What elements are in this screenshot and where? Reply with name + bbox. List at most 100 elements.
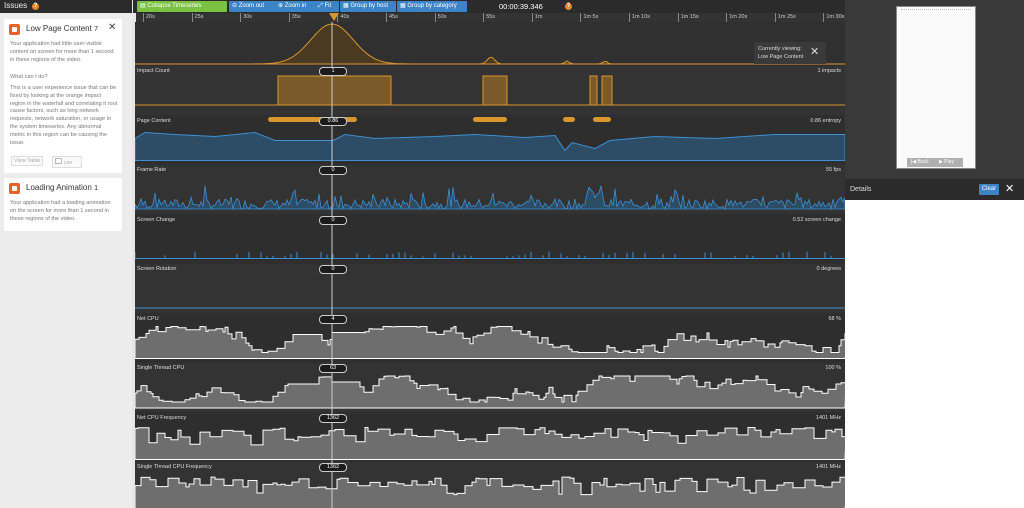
issues-panel: Issues ? Low Page Content 7 ✕ Your appli…	[0, 0, 132, 508]
timeline-tick: 1m 15s	[677, 13, 699, 22]
timeline-tick: 55s	[483, 13, 495, 22]
group-by-host-button[interactable]: ▦ Group by host	[340, 1, 396, 12]
help-icon[interactable]: ?	[565, 3, 572, 10]
track-value: 68 %	[828, 315, 841, 322]
issue-description: Your application had little user-visible…	[10, 41, 114, 63]
timeline-ruler[interactable]: 20s 25s 30s 35s 40s 45s 50s 55s 1m 1m 5s 1m 10s 1m …	[136, 13, 845, 22]
play-control[interactable]: ▶ Play	[939, 158, 954, 167]
zoom-out-button[interactable]: ⊖ Zoom out	[229, 1, 277, 12]
issues-title: Issues	[4, 1, 28, 10]
track-value: 1401 MHz	[815, 464, 841, 470]
issue-what-heading: What can I do?	[10, 74, 48, 80]
group-host-label: Group by host	[350, 3, 389, 9]
issue-icon	[9, 183, 20, 194]
issue-icon	[9, 24, 20, 35]
playhead-value-badge: 0	[319, 166, 347, 175]
low-content-segment	[473, 117, 507, 122]
timeline-tick: 30s	[240, 13, 252, 22]
playback-controls: |◀ Back ▶ Play	[907, 158, 963, 167]
playhead-value-badge: 1362	[319, 463, 347, 472]
collapse-label: Collapse Timeseries	[147, 3, 202, 9]
zoom-out-label: Zoom out	[238, 3, 265, 9]
timeseries-area: Impact Count 1 impacts 1 Page Content 0.86 e…	[135, 22, 845, 508]
timeline-tick: 25s	[191, 13, 203, 22]
details-title: Details	[850, 186, 872, 193]
low-content-segment	[593, 117, 611, 122]
track-background	[135, 214, 845, 263]
phone-screen	[896, 6, 976, 169]
impact-density-curve	[135, 23, 845, 65]
track-value: 0 degrees	[816, 266, 841, 272]
timeline-tick: 45s	[386, 13, 398, 22]
track-label: Screen Change	[137, 216, 176, 223]
single-thread-cpu-frequency-series	[135, 476, 845, 508]
help-icon[interactable]: ?	[32, 3, 39, 10]
zoom-in-icon: ⊕	[278, 3, 285, 9]
impact-block	[601, 75, 613, 106]
fit-button[interactable]: ⤢ Fit	[315, 1, 339, 12]
track-label: Page Content	[137, 117, 171, 124]
close-icon[interactable]: ✕	[810, 45, 819, 58]
issue-title: Low Page Content	[26, 24, 92, 33]
timeline-tick: 1m 25s	[774, 13, 796, 22]
playhead-marker[interactable]	[329, 13, 339, 21]
impact-block	[589, 75, 598, 106]
track-label: Net CPU Frequency	[137, 414, 187, 421]
playhead-value-badge: 4	[319, 314, 347, 324]
track-value: 0.86 entropy	[810, 117, 841, 124]
table-icon	[55, 158, 62, 164]
issue-advice: This is a user experience issue that can…	[10, 85, 118, 146]
track-label: Net CPU	[137, 315, 159, 322]
impact-block	[277, 75, 392, 106]
track-label: Single Thread CPU	[137, 365, 185, 371]
clear-button[interactable]: Clear	[979, 184, 999, 195]
timeline-tick: 1m	[531, 13, 542, 22]
timeseries-chart[interactable]	[135, 22, 845, 508]
back-label: Back	[917, 159, 929, 165]
track-background	[135, 264, 845, 313]
timeline-tick: 20s	[143, 13, 155, 22]
fit-label: Fit	[324, 3, 332, 9]
close-icon[interactable]: ✕	[1005, 182, 1014, 195]
playback-clock: 00:00:39.346	[499, 2, 543, 11]
group-by-category-button[interactable]: ▦ Group by category	[397, 1, 467, 12]
playhead-value-badge: 63	[319, 364, 347, 373]
collapse-timeseries-button[interactable]: ▤ Collapse Timeseries	[137, 1, 227, 12]
timeline-tick: 50s	[434, 13, 446, 22]
issue-count: 7	[94, 24, 99, 33]
csv-button[interactable]: csv	[52, 156, 82, 168]
track-value: 0.52 screen change	[792, 216, 841, 223]
timeline-tick: 40s	[337, 13, 349, 22]
zoom-in-button[interactable]: ⊕ Zoom in	[275, 1, 317, 12]
close-icon[interactable]: ✕	[108, 22, 116, 33]
issue-title: Loading Animation	[26, 183, 92, 192]
issue-count: 1	[94, 183, 99, 192]
track-label: Screen Rotation	[137, 266, 177, 272]
playhead-value-badge: 0.86	[319, 116, 347, 126]
track-value: 1 impacts	[817, 68, 841, 74]
timeline-tick: 1m 30s	[823, 13, 844, 22]
track-label: Frame Rate	[137, 167, 167, 173]
view-table-button[interactable]: View Table	[11, 156, 44, 166]
toolbar: ▤ Collapse Timeseries ⊖ Zoom out ⊕ Zoom …	[133, 0, 845, 13]
impact-block	[482, 75, 508, 106]
issues-header: Issues ?	[0, 0, 132, 13]
issue-card-loading-animation[interactable]: Loading Animation 1 Your application had…	[4, 178, 122, 231]
track-label: Single Thread CPU Frequency	[137, 464, 212, 470]
timeline-tick: 1m 10s	[629, 13, 650, 22]
issue-card-low-page-content[interactable]: Low Page Content 7 ✕ Your application ha…	[4, 19, 122, 173]
page-content-series	[135, 131, 845, 161]
track-label: Impact Count	[137, 68, 170, 74]
back-control[interactable]: |◀ Back	[911, 158, 929, 167]
status-bar	[901, 9, 971, 12]
play-label: Play	[944, 159, 954, 165]
track-value: 55 fps	[826, 167, 841, 173]
csv-label: csv	[64, 160, 73, 166]
issue-description: Your application had a loading animation…	[10, 200, 111, 222]
playhead-value-badge: 0	[319, 215, 347, 225]
playhead-value-badge: 1362	[319, 413, 347, 423]
details-body	[845, 200, 1024, 508]
timeline-tick: 1m 20s	[726, 13, 747, 22]
track-value: 100 %	[825, 365, 841, 371]
timeline-tick: 1m 5s	[580, 13, 598, 22]
